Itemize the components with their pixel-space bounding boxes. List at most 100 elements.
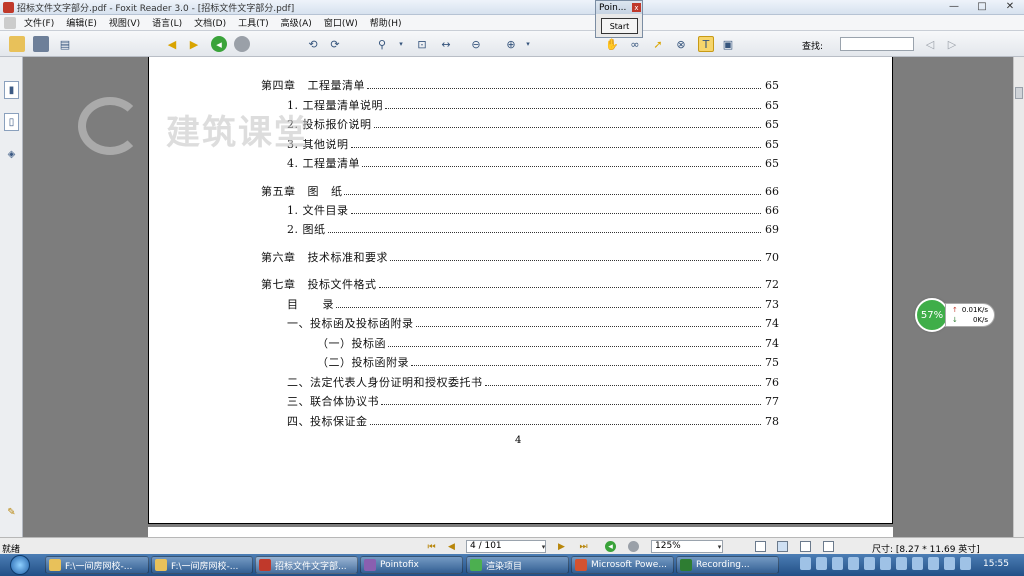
fit-page-icon[interactable]: ⊡ xyxy=(414,36,430,52)
maximize-button[interactable]: □ xyxy=(972,0,992,13)
toc-leader-dots xyxy=(335,307,761,308)
zoom-dropdown-icon[interactable]: ▾ xyxy=(393,36,409,52)
menu-document[interactable]: 文档(D) xyxy=(188,16,232,29)
previous-page-icon[interactable]: ◀ xyxy=(164,36,180,52)
print-icon[interactable]: ▤ xyxy=(57,36,73,52)
find-next-icon[interactable]: ▷ xyxy=(944,36,960,52)
facing-view-icon[interactable] xyxy=(800,541,811,552)
tray-icon-5[interactable] xyxy=(864,557,875,570)
prev-page-icon[interactable]: ◀ xyxy=(446,541,457,552)
page-number-input[interactable]: 4 / 101 xyxy=(466,540,546,553)
tray-icon-3[interactable] xyxy=(832,557,843,570)
taskbar-clock[interactable]: 15:55 xyxy=(983,559,1009,569)
toc-entry-label: 第六章 技术标准和要求 xyxy=(261,251,388,264)
document-viewport[interactable]: 第四章 工程量清单 65 1. 工程量清单说明 65 2. 投标报价说明 65 3. 其他说… xyxy=(23,57,1013,537)
hand-tool-icon[interactable]: ✋ xyxy=(604,36,620,52)
continuous-facing-view-icon[interactable] xyxy=(823,541,834,552)
tray-icon-7[interactable] xyxy=(896,557,907,570)
network-speed-widget[interactable]: 57% ↑ 0.01K/s ↓ 0K/s xyxy=(915,298,995,332)
open-folder-icon[interactable] xyxy=(9,36,25,52)
select-pointer-icon[interactable]: ➚ xyxy=(650,36,666,52)
tray-icon-1[interactable] xyxy=(800,557,811,570)
attachment-icon[interactable]: ✎ xyxy=(4,503,19,521)
glasses-icon[interactable]: ∞ xyxy=(627,36,643,52)
toc-entry-label: 第七章 投标文件格式 xyxy=(261,278,377,291)
vertical-scrollbar[interactable] xyxy=(1013,57,1024,537)
taskbar-item-folder-1[interactable]: F:\一间房网校-... xyxy=(45,556,149,574)
upload-arrow-icon: ↑ xyxy=(952,306,958,314)
single-page-view-icon[interactable] xyxy=(755,541,766,552)
taskbar-item-recording[interactable]: Recording... xyxy=(676,556,779,574)
taskbar-item-pointofix[interactable]: Pointofix xyxy=(360,556,463,574)
minimize-button[interactable]: — xyxy=(944,0,964,13)
taskbar-item-label: Recording... xyxy=(696,560,750,570)
menu-view[interactable]: 视图(V) xyxy=(103,16,146,29)
pointofix-titlebar: Poin... x xyxy=(596,1,642,14)
toc-entry-page: 76 xyxy=(765,376,779,389)
toc-leader-dots xyxy=(385,108,761,109)
taskbar-item-render[interactable]: 渲染项目 xyxy=(466,556,569,574)
zoom-select-dropdown-icon[interactable]: ▾ xyxy=(714,541,725,552)
tray-icon-4[interactable] xyxy=(848,557,859,570)
toc-entry-page: 65 xyxy=(765,157,779,170)
tray-icon-10[interactable] xyxy=(944,557,955,570)
menu-file[interactable]: 文件(F) xyxy=(18,16,60,29)
title-bar: 招标文件文字部分.pdf - Foxit Reader 3.0 - [招标文件文… xyxy=(0,0,1024,15)
close-button[interactable]: ✕ xyxy=(1000,0,1020,13)
folder-icon xyxy=(49,559,61,571)
text-select-icon[interactable]: T xyxy=(698,36,714,52)
layers-icon[interactable]: ◈ xyxy=(4,145,19,163)
tray-icon-8[interactable] xyxy=(912,557,923,570)
taskbar-item-foxit[interactable]: 招标文件文字部... xyxy=(255,556,358,574)
taskbar-item-powerpoint[interactable]: Microsoft Powe... xyxy=(571,556,674,574)
first-page-icon[interactable]: ⏮ xyxy=(426,541,437,552)
next-page-status-icon[interactable]: ▶ xyxy=(556,541,567,552)
find-previous-icon[interactable]: ◁ xyxy=(922,36,938,52)
app-menu-icon[interactable] xyxy=(4,16,16,29)
rotate-right-icon[interactable]: ⟳ xyxy=(327,36,343,52)
rotate-left-icon[interactable]: ⟲ xyxy=(305,36,321,52)
continuous-view-icon[interactable] xyxy=(777,541,788,552)
zoom-select[interactable]: 125% xyxy=(651,540,723,553)
status-back-icon[interactable]: ◂ xyxy=(605,541,616,552)
scrollbar-thumb[interactable] xyxy=(1015,87,1023,99)
menu-edit[interactable]: 编辑(E) xyxy=(60,16,103,29)
start-button-icon[interactable] xyxy=(10,555,30,575)
menu-help[interactable]: 帮助(H) xyxy=(364,16,408,29)
toc-entry-page: 65 xyxy=(765,138,779,151)
find-input[interactable] xyxy=(840,37,914,51)
toc-entry-label: 一、投标函及投标函附录 xyxy=(287,317,414,330)
zoom-out-icon[interactable]: ⊖ xyxy=(468,36,484,52)
zoom-magnifier-icon[interactable]: ⚲ xyxy=(374,36,390,52)
save-icon[interactable] xyxy=(33,36,49,52)
menu-window[interactable]: 窗口(W) xyxy=(318,16,364,29)
zoom-in-dropdown-icon[interactable]: ▾ xyxy=(520,36,536,52)
go-back-icon[interactable]: ◂ xyxy=(211,36,227,52)
last-page-icon[interactable]: ⏭ xyxy=(578,541,589,552)
toc-entry-label: 四、投标保证金 xyxy=(287,415,368,428)
fit-width-icon[interactable]: ↔ xyxy=(438,36,454,52)
status-forward-icon[interactable] xyxy=(628,541,639,552)
pointofix-start-button[interactable]: Start xyxy=(601,18,638,34)
toc-entry: 4. 工程量清单 65 xyxy=(287,155,779,171)
taskbar-item-folder-2[interactable]: F:\一间房网校-... xyxy=(151,556,253,574)
tray-icon-9[interactable] xyxy=(928,557,939,570)
snapshot-icon[interactable]: ▣ xyxy=(720,36,736,52)
toc-leader-dots xyxy=(484,385,761,386)
pointofix-close-button[interactable]: x xyxy=(632,3,641,12)
tray-icon-2[interactable] xyxy=(816,557,827,570)
toc-entry: 第七章 投标文件格式 72 xyxy=(261,276,779,292)
toc-leader-dots xyxy=(350,147,761,148)
zoom-in-icon[interactable]: ⊕ xyxy=(503,36,519,52)
pages-icon[interactable]: ▯ xyxy=(4,113,19,131)
menu-tools[interactable]: 工具(T) xyxy=(232,16,275,29)
go-forward-icon[interactable] xyxy=(234,36,250,52)
binoculars-icon[interactable]: ⊗ xyxy=(673,36,689,52)
menu-advanced[interactable]: 高级(A) xyxy=(275,16,318,29)
menu-language[interactable]: 语言(L) xyxy=(146,16,188,29)
page-dropdown-icon[interactable]: ▾ xyxy=(538,541,549,552)
volume-icon[interactable] xyxy=(960,557,971,570)
next-page-icon[interactable]: ▶ xyxy=(186,36,202,52)
bookmarks-icon[interactable]: ▮ xyxy=(4,81,19,99)
tray-icon-6[interactable] xyxy=(880,557,891,570)
